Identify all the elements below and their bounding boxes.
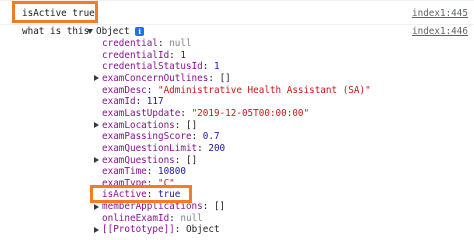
property-value: "Administrative Health Assistant (SA)" (157, 84, 371, 96)
highlight-box (12, 1, 98, 23)
object-toggle[interactable]: Object i (87, 26, 145, 38)
property-row[interactable]: [[Prototype]]: Object (94, 224, 220, 236)
property-key: onlineExamId (102, 212, 170, 224)
property-key: credential (102, 38, 158, 49)
property-key: examLastUpdate (102, 107, 181, 119)
property-row: examQuestionLimit: 200 (102, 142, 226, 154)
property-row[interactable]: examLocations: [] (94, 120, 197, 132)
source-link[interactable]: index1:446 (412, 26, 468, 38)
property-row[interactable]: examConcernOutlines: [] (94, 73, 231, 85)
property-value: 10800 (157, 166, 186, 178)
console-message-label: what is this (22, 26, 90, 37)
property-row: credentialStatusId: 1 (102, 61, 220, 73)
property-key: examTime (102, 166, 147, 178)
property-key: examDesc (102, 84, 147, 96)
console-message-row: what is this (22, 26, 89, 38)
property-row: credentialId: 1 (102, 49, 186, 61)
property-value: null (180, 212, 203, 224)
triangle-right-icon (94, 122, 99, 129)
property-value: [] (185, 154, 198, 166)
property-key: credentialId (102, 49, 170, 61)
property-value: [] (213, 201, 226, 213)
property-value: [] (219, 72, 231, 84)
property-value: "2019-12-05T00:00:00" (191, 107, 310, 119)
property-row: examDesc: "Administrative Health Assista… (102, 84, 371, 96)
triangle-down-icon (87, 29, 93, 34)
property-row: examTime: 10800 (102, 166, 186, 178)
property-value: 117 (146, 96, 164, 108)
object-type-label: Object (96, 26, 130, 37)
property-key: examQuestionLimit (102, 142, 198, 154)
property-row[interactable]: examQuestions: [] (94, 155, 197, 167)
property-value: 200 (208, 142, 226, 154)
property-row: examLastUpdate: "2019-12-05T00:00:00" (102, 107, 310, 119)
property-key: credentialStatusId (102, 61, 203, 73)
property-key: examConcernOutlines (102, 72, 209, 84)
property-value: [] (185, 119, 198, 131)
property-row: examPassingScore: 0.7 (102, 131, 220, 143)
property-key: examQuestions (102, 154, 175, 166)
property-value: null (169, 38, 192, 49)
property-value: 1 (180, 49, 186, 61)
triangle-right-icon (94, 226, 99, 233)
triangle-right-icon (94, 203, 99, 210)
property-key: examPassingScore (102, 131, 192, 143)
property-row: onlineExamId: null (102, 212, 203, 224)
property-key: examLocations (102, 119, 175, 131)
property-key: examId (102, 96, 136, 108)
property-row: examId: 117 (102, 96, 164, 108)
source-link[interactable]: index1:445 (412, 8, 468, 20)
property-row: credential: null (102, 38, 192, 49)
highlight-box (90, 185, 192, 203)
property-value: Object (185, 224, 220, 236)
console-divider (0, 24, 474, 25)
triangle-right-icon (94, 157, 99, 163)
triangle-right-icon (94, 75, 99, 82)
info-icon[interactable]: i (135, 27, 145, 36)
property-value: 0.7 (202, 131, 220, 143)
property-value: 1 (213, 61, 220, 73)
property-key: [[Prototype]] (102, 224, 175, 236)
